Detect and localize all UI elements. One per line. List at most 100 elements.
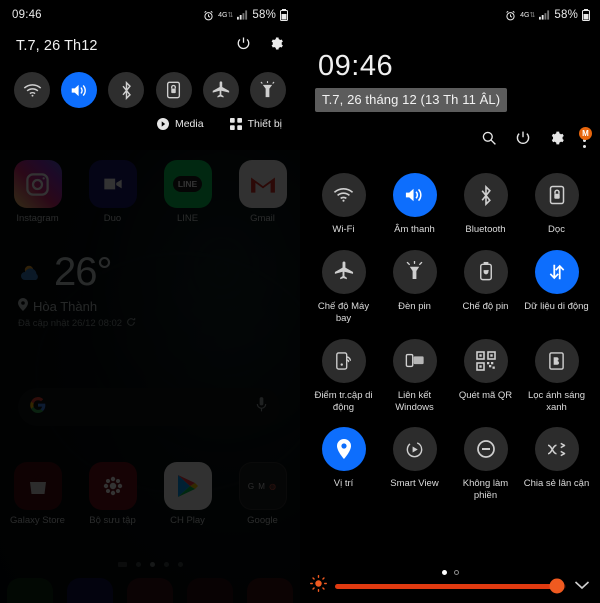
airplane-icon [321, 249, 366, 294]
left-panel-home-with-collapsed-quick-settings: Instagram Duo LINE LINE [0, 0, 300, 603]
tile-link-to-windows[interactable]: Liên kết Windows [379, 338, 450, 414]
quick-settings-tile-grid: Wi-Fi Âm thanh Bluetooth Dọc Chế độ Máy … [300, 151, 600, 502]
quick-panel-header-icons: M [300, 112, 600, 151]
quick-toggle-bluetooth[interactable] [108, 72, 145, 108]
chevron-down-icon[interactable] [574, 577, 590, 595]
grid-icon [229, 118, 242, 130]
brightness-slider[interactable] [335, 578, 566, 594]
play-circle-icon [156, 118, 169, 130]
tile-label: Âm thanh [394, 224, 435, 235]
status-bar: 4G ⇅ 58% [300, 0, 600, 30]
tile-flashlight[interactable]: Đèn pin [379, 249, 450, 325]
quick-toggle-airplane[interactable] [202, 72, 239, 108]
alarm-icon [505, 10, 516, 21]
quick-toggle-rotation-lock[interactable] [155, 72, 192, 108]
status-icons: 4G ⇅ 58% [505, 9, 590, 21]
tile-qr-scanner[interactable]: Quét mã QR [450, 338, 521, 414]
tile-label: Dữ liệu di động [524, 300, 589, 312]
link-to-windows-icon [392, 338, 437, 383]
gear-icon[interactable] [269, 36, 284, 56]
tile-power-saving[interactable]: Chế độ pin [450, 249, 521, 325]
tile-label: Chế độ Máy bay [317, 300, 370, 324]
battery-icon [582, 9, 590, 21]
tile-label: Chế độ pin [462, 300, 509, 312]
media-devices-row: Media Thiết bị [0, 108, 300, 130]
quick-toggle-wifi[interactable] [14, 72, 50, 108]
brightness-thumb[interactable] [549, 578, 565, 594]
signal-bars-icon [539, 10, 550, 20]
status-bar: 09:46 4G ⇅ 58% [0, 0, 300, 30]
battery-icon [280, 9, 288, 21]
tile-mobile-hotspot[interactable]: Điểm tr.cập di động [308, 338, 379, 414]
media-chip[interactable]: Media [156, 118, 204, 130]
tile-label: Bluetooth [465, 224, 506, 235]
tile-label: Vị trí [333, 478, 354, 490]
tile-wifi[interactable]: Wi-Fi [308, 173, 379, 236]
power-icon[interactable] [236, 36, 251, 56]
tile-bluetooth[interactable]: Bluetooth [450, 173, 521, 236]
battery-percent: 58% [554, 9, 578, 21]
tile-label: Điểm tr.cập di động [314, 389, 373, 413]
tile-rotation-lock[interactable]: Dọc [521, 173, 592, 236]
tile-airplane-mode[interactable]: Chế độ Máy bay [308, 249, 379, 325]
tile-smart-view[interactable]: Smart View [379, 427, 450, 502]
tile-label: Quét mã QR [458, 389, 513, 401]
right-panel-expanded-quick-settings: 4G ⇅ 58% 09:46 T.7, 26 tháng 12 (13 Th 1… [300, 0, 600, 603]
battery-saver-icon [463, 249, 508, 294]
devices-chip[interactable]: Thiết bị [229, 118, 282, 130]
quick-panel-clock[interactable]: 09:46 [300, 30, 600, 81]
quick-panel-date: T.7, 26 Th12 [16, 38, 98, 54]
tile-sound[interactable]: Âm thanh [379, 173, 450, 236]
flashlight-icon [392, 249, 437, 294]
battery-percent: 58% [252, 9, 276, 21]
tile-label: Lọc ánh sáng xanh [527, 389, 586, 413]
quick-toggle-row [0, 62, 300, 108]
search-icon[interactable] [481, 130, 497, 151]
quick-panel-date-chip[interactable]: T.7, 26 tháng 12 (13 Th 11 ÂL) [315, 88, 508, 112]
qr-scan-icon [463, 338, 508, 383]
tile-label: Liên kết Windows [395, 389, 434, 413]
tile-label: Đèn pin [398, 300, 431, 312]
brightness-fill [335, 583, 557, 589]
status-clock: 09:46 [12, 9, 42, 21]
rotation-lock-icon [534, 173, 579, 217]
location-icon [321, 427, 366, 472]
quick-toggle-sound[interactable] [61, 72, 98, 108]
status-icons: 4G ⇅ 58% [203, 9, 288, 21]
signal-bars-icon [237, 10, 248, 20]
collapsed-quick-settings-panel: 09:46 4G ⇅ 58% T.7, 26 Th12 Media Thiết … [0, 0, 300, 150]
quick-toggle-flashlight[interactable] [249, 72, 286, 108]
mobile-data-icon [534, 249, 579, 294]
network-4g-icon: 4G ⇅ [520, 11, 536, 20]
dual-screenshot: Instagram Duo LINE LINE [0, 0, 600, 603]
tile-label: Chia sẻ lân cận [523, 478, 590, 490]
bluetooth-icon [463, 173, 508, 217]
brightness-slider-row [300, 575, 600, 597]
network-4g-icon: 4G ⇅ [218, 11, 234, 20]
quick-panel-header: T.7, 26 Th12 [0, 30, 300, 62]
devices-label: Thiết bị [247, 118, 282, 130]
tile-mobile-data[interactable]: Dữ liệu di động [521, 249, 592, 325]
tile-location[interactable]: Vị trí [308, 427, 379, 502]
brightness-icon [310, 575, 327, 597]
tile-label: Dọc [548, 224, 565, 235]
media-label: Media [174, 118, 204, 130]
overflow-menu-icon[interactable]: M [579, 126, 592, 148]
hotspot-icon [321, 338, 366, 383]
tile-label: Không làm phiền [462, 478, 509, 502]
sound-icon [392, 173, 437, 217]
blue-light-filter-icon [534, 338, 579, 383]
nearby-share-icon [534, 427, 579, 472]
tile-label: Wi-Fi [332, 224, 355, 235]
smart-view-icon [392, 427, 437, 472]
tile-nearby-share[interactable]: Chia sẻ lân cận [521, 427, 592, 502]
gear-icon[interactable] [549, 130, 565, 151]
tile-blue-light-filter[interactable]: Lọc ánh sáng xanh [521, 338, 592, 414]
tile-do-not-disturb[interactable]: Không làm phiền [450, 427, 521, 502]
tile-label: Smart View [390, 478, 439, 490]
wifi-icon [321, 173, 366, 217]
do-not-disturb-icon [463, 427, 508, 472]
alarm-icon [203, 10, 214, 21]
menu-badge: M [579, 126, 592, 140]
power-icon[interactable] [515, 130, 531, 151]
